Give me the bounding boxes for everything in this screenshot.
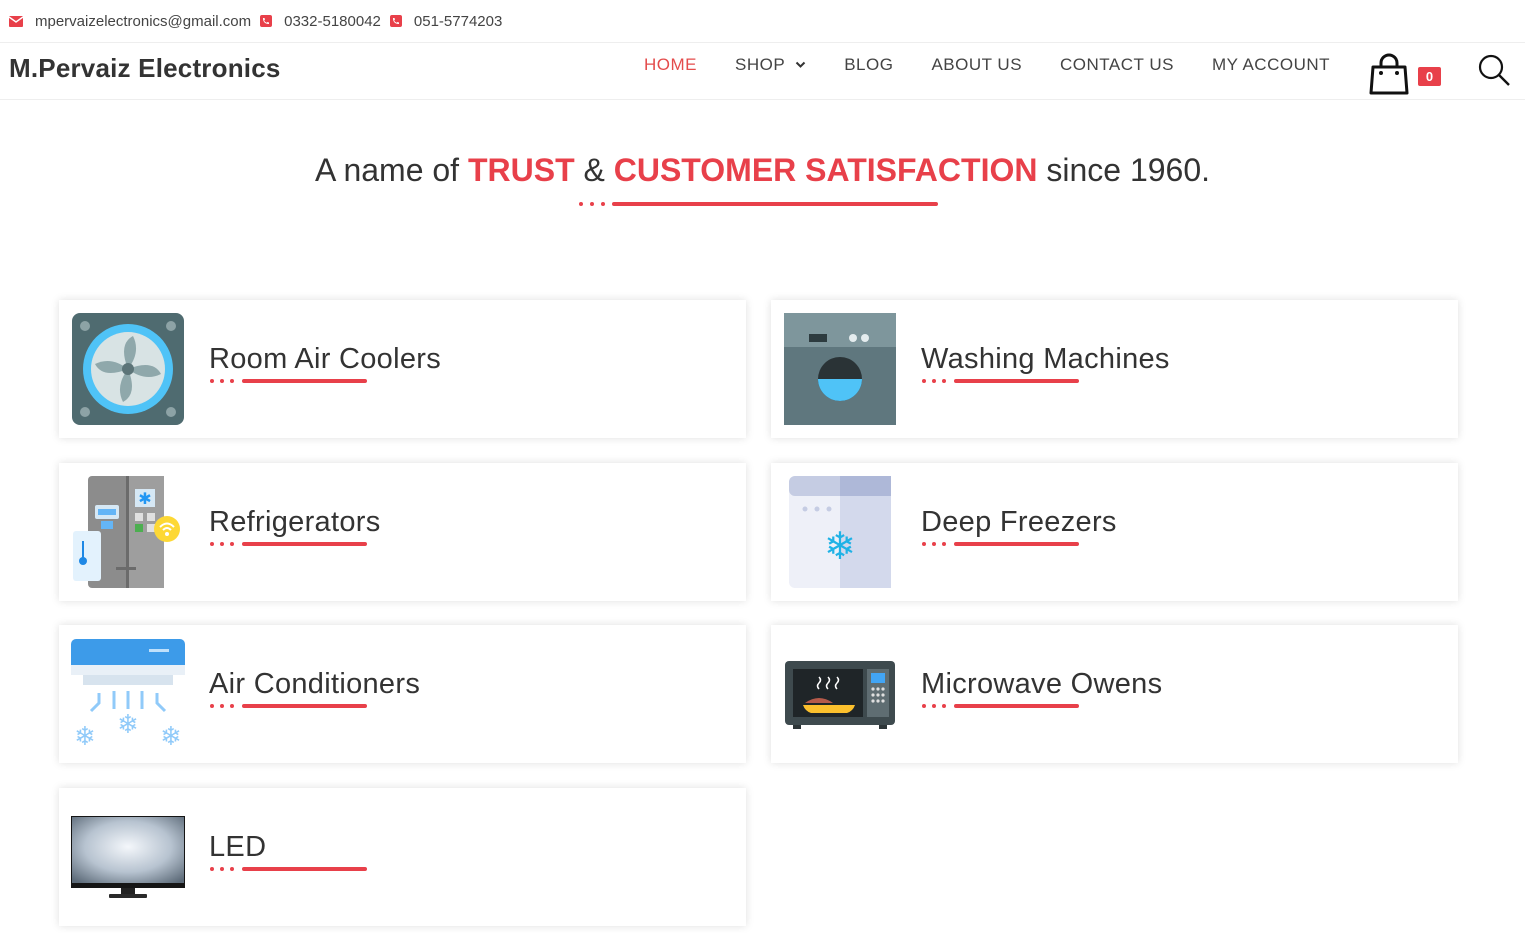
title-underline bbox=[922, 379, 1079, 383]
headline-trust: TRUST bbox=[467, 152, 575, 188]
nav-shop[interactable]: SHOP bbox=[735, 55, 806, 75]
cart-button[interactable]: 0 bbox=[1367, 52, 1447, 96]
phone-text-2: 051-5774203 bbox=[413, 12, 503, 30]
search-button[interactable] bbox=[1477, 53, 1511, 87]
headline-text-1: A name of bbox=[314, 152, 468, 188]
category-card-washing-machines[interactable]: Washing Machines bbox=[771, 300, 1458, 438]
title-underline bbox=[210, 704, 367, 708]
search-icon bbox=[1478, 54, 1510, 86]
category-card-refrigerators[interactable]: ✱ Refrigerators bbox=[59, 463, 746, 601]
category-card-led[interactable]: LED bbox=[59, 788, 746, 926]
headline-text-2: since 1960. bbox=[1037, 152, 1211, 188]
microwave-icon bbox=[785, 661, 895, 729]
phone-contact-2[interactable]: 051-5774203 bbox=[389, 12, 503, 30]
main-nav: HOME SHOP BLOG ABOUT US CONTACT US MY AC… bbox=[644, 55, 1368, 75]
svg-text:❄: ❄ bbox=[824, 524, 856, 568]
title-underline bbox=[210, 542, 367, 546]
title-underline bbox=[210, 379, 367, 383]
headline-satisfaction: CUSTOMER SATISFACTION bbox=[613, 152, 1038, 188]
led-tv-icon bbox=[71, 816, 185, 898]
shopping-bag-icon bbox=[1369, 53, 1409, 95]
divider bbox=[0, 99, 1525, 100]
nav-about[interactable]: ABOUT US bbox=[931, 55, 1022, 75]
svg-text:✱: ✱ bbox=[138, 489, 151, 508]
cart-count-badge: 0 bbox=[1418, 67, 1441, 86]
category-card-air-conditioners[interactable]: ❄ ❄ ❄ Air Conditioners bbox=[59, 625, 746, 763]
site-header: M.Pervaiz Electronics HOME SHOP BLOG ABO… bbox=[0, 43, 1525, 99]
category-card-room-air-coolers[interactable]: Room Air Coolers bbox=[59, 300, 746, 438]
phone-icon bbox=[389, 15, 402, 27]
page-headline: A name of TRUST & CUSTOMER SATISFACTION … bbox=[0, 152, 1525, 189]
headline-underline bbox=[579, 202, 938, 206]
top-contact-bar: mpervaizelectronics@gmail.com 0332-51800… bbox=[0, 0, 1525, 42]
svg-text:❄: ❄ bbox=[74, 722, 96, 751]
svg-text:❄: ❄ bbox=[160, 722, 182, 751]
nav-home[interactable]: HOME bbox=[644, 55, 697, 75]
deep-freezer-icon: ❄ bbox=[789, 476, 891, 588]
category-title: LED bbox=[209, 831, 267, 863]
category-title: Deep Freezers bbox=[921, 506, 1117, 538]
refrigerator-icon: ✱ bbox=[73, 476, 180, 588]
title-underline bbox=[922, 542, 1079, 546]
category-card-deep-freezers[interactable]: ❄ Deep Freezers bbox=[771, 463, 1458, 601]
envelope-icon bbox=[9, 15, 23, 27]
svg-text:❄: ❄ bbox=[117, 710, 139, 740]
nav-account[interactable]: MY ACCOUNT bbox=[1212, 55, 1330, 75]
nav-blog[interactable]: BLOG bbox=[844, 55, 893, 75]
category-title: Air Conditioners bbox=[209, 668, 421, 700]
category-title: Washing Machines bbox=[921, 343, 1170, 375]
phone-text-1: 0332-5180042 bbox=[284, 12, 381, 30]
phone-icon bbox=[260, 15, 273, 27]
category-title: Refrigerators bbox=[209, 506, 381, 538]
site-logo-text[interactable]: M.Pervaiz Electronics bbox=[9, 53, 281, 84]
category-title: Room Air Coolers bbox=[209, 343, 442, 375]
headline-amp: & bbox=[574, 152, 614, 188]
air-cooler-icon bbox=[72, 313, 184, 425]
chevron-down-icon bbox=[795, 61, 806, 68]
title-underline bbox=[210, 867, 367, 871]
email-text: mpervaizelectronics@gmail.com bbox=[35, 12, 252, 30]
email-contact[interactable]: mpervaizelectronics@gmail.com bbox=[9, 13, 251, 30]
category-card-microwave-owens[interactable]: Microwave Owens bbox=[771, 625, 1458, 763]
washing-machine-icon bbox=[784, 313, 896, 425]
nav-contact[interactable]: CONTACT US bbox=[1060, 55, 1174, 75]
air-conditioner-icon: ❄ ❄ ❄ bbox=[71, 639, 185, 751]
phone-contact-1[interactable]: 0332-5180042 bbox=[260, 13, 381, 30]
category-title: Microwave Owens bbox=[921, 668, 1163, 700]
nav-shop-label: SHOP bbox=[735, 55, 786, 74]
title-underline bbox=[922, 704, 1079, 708]
